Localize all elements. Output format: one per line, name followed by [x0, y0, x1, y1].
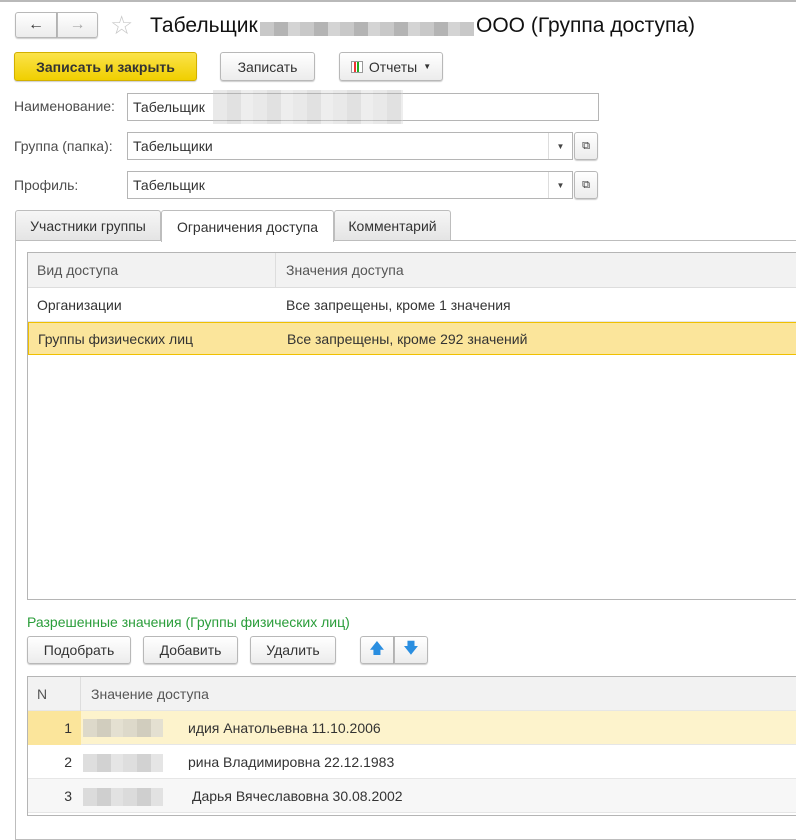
- chevron-down-icon: ▼: [423, 62, 432, 71]
- table-row-selected[interactable]: Группы физических лиц Все запрещены, кро…: [28, 322, 796, 355]
- table-row[interactable]: Организации Все запрещены, кроме 1 значе…: [28, 288, 796, 322]
- table-header: Вид доступа Значения доступа: [28, 252, 796, 288]
- profile-input[interactable]: Табельщик ▼: [127, 171, 573, 199]
- save-button[interactable]: Записать: [220, 52, 315, 81]
- open-profile-button[interactable]: ⧉: [574, 171, 598, 199]
- add-button[interactable]: Добавить: [143, 636, 238, 664]
- page-title: Табельщик: [150, 14, 258, 37]
- move-up-button[interactable]: 🡅: [360, 636, 394, 664]
- allowed-values-table: N Значение доступа 1 идия Анатольевна 11…: [27, 676, 796, 816]
- page-title-suffix: ООО (Группа доступа): [476, 14, 696, 37]
- reports-button[interactable]: Отчеты ▼: [339, 52, 443, 81]
- back-button[interactable]: ←: [15, 12, 57, 38]
- redacted: [260, 22, 474, 36]
- group-input[interactable]: Табельщики ▼: [127, 132, 573, 160]
- forward-button[interactable]: →: [57, 12, 98, 38]
- redacted: [83, 719, 163, 737]
- tab-access-restrictions[interactable]: Ограничения доступа: [161, 210, 334, 242]
- favorite-star-icon[interactable]: ☆: [110, 10, 133, 41]
- redacted: [83, 754, 163, 772]
- access-table: Вид доступа Значения доступа Организации…: [27, 252, 796, 600]
- redacted: [83, 788, 163, 806]
- dropdown-icon[interactable]: ▼: [548, 133, 572, 159]
- report-icon: [350, 60, 363, 73]
- delete-button[interactable]: Удалить: [250, 636, 336, 664]
- pick-button[interactable]: Подобрать: [27, 636, 131, 664]
- allowed-values-title: Разрешенные значения (Группы физических …: [27, 614, 350, 630]
- tab-comment[interactable]: Комментарий: [334, 210, 451, 241]
- group-label: Группа (папка):: [14, 138, 113, 154]
- tab-members[interactable]: Участники группы: [15, 210, 161, 241]
- move-down-button[interactable]: 🡇: [394, 636, 428, 664]
- save-and-close-button[interactable]: Записать и закрыть: [14, 52, 197, 81]
- redacted: [213, 90, 403, 124]
- name-label: Наименование:: [14, 98, 115, 114]
- profile-label: Профиль:: [14, 177, 79, 193]
- table-header: N Значение доступа: [28, 676, 796, 711]
- open-group-button[interactable]: ⧉: [574, 132, 598, 160]
- dropdown-icon[interactable]: ▼: [548, 172, 572, 198]
